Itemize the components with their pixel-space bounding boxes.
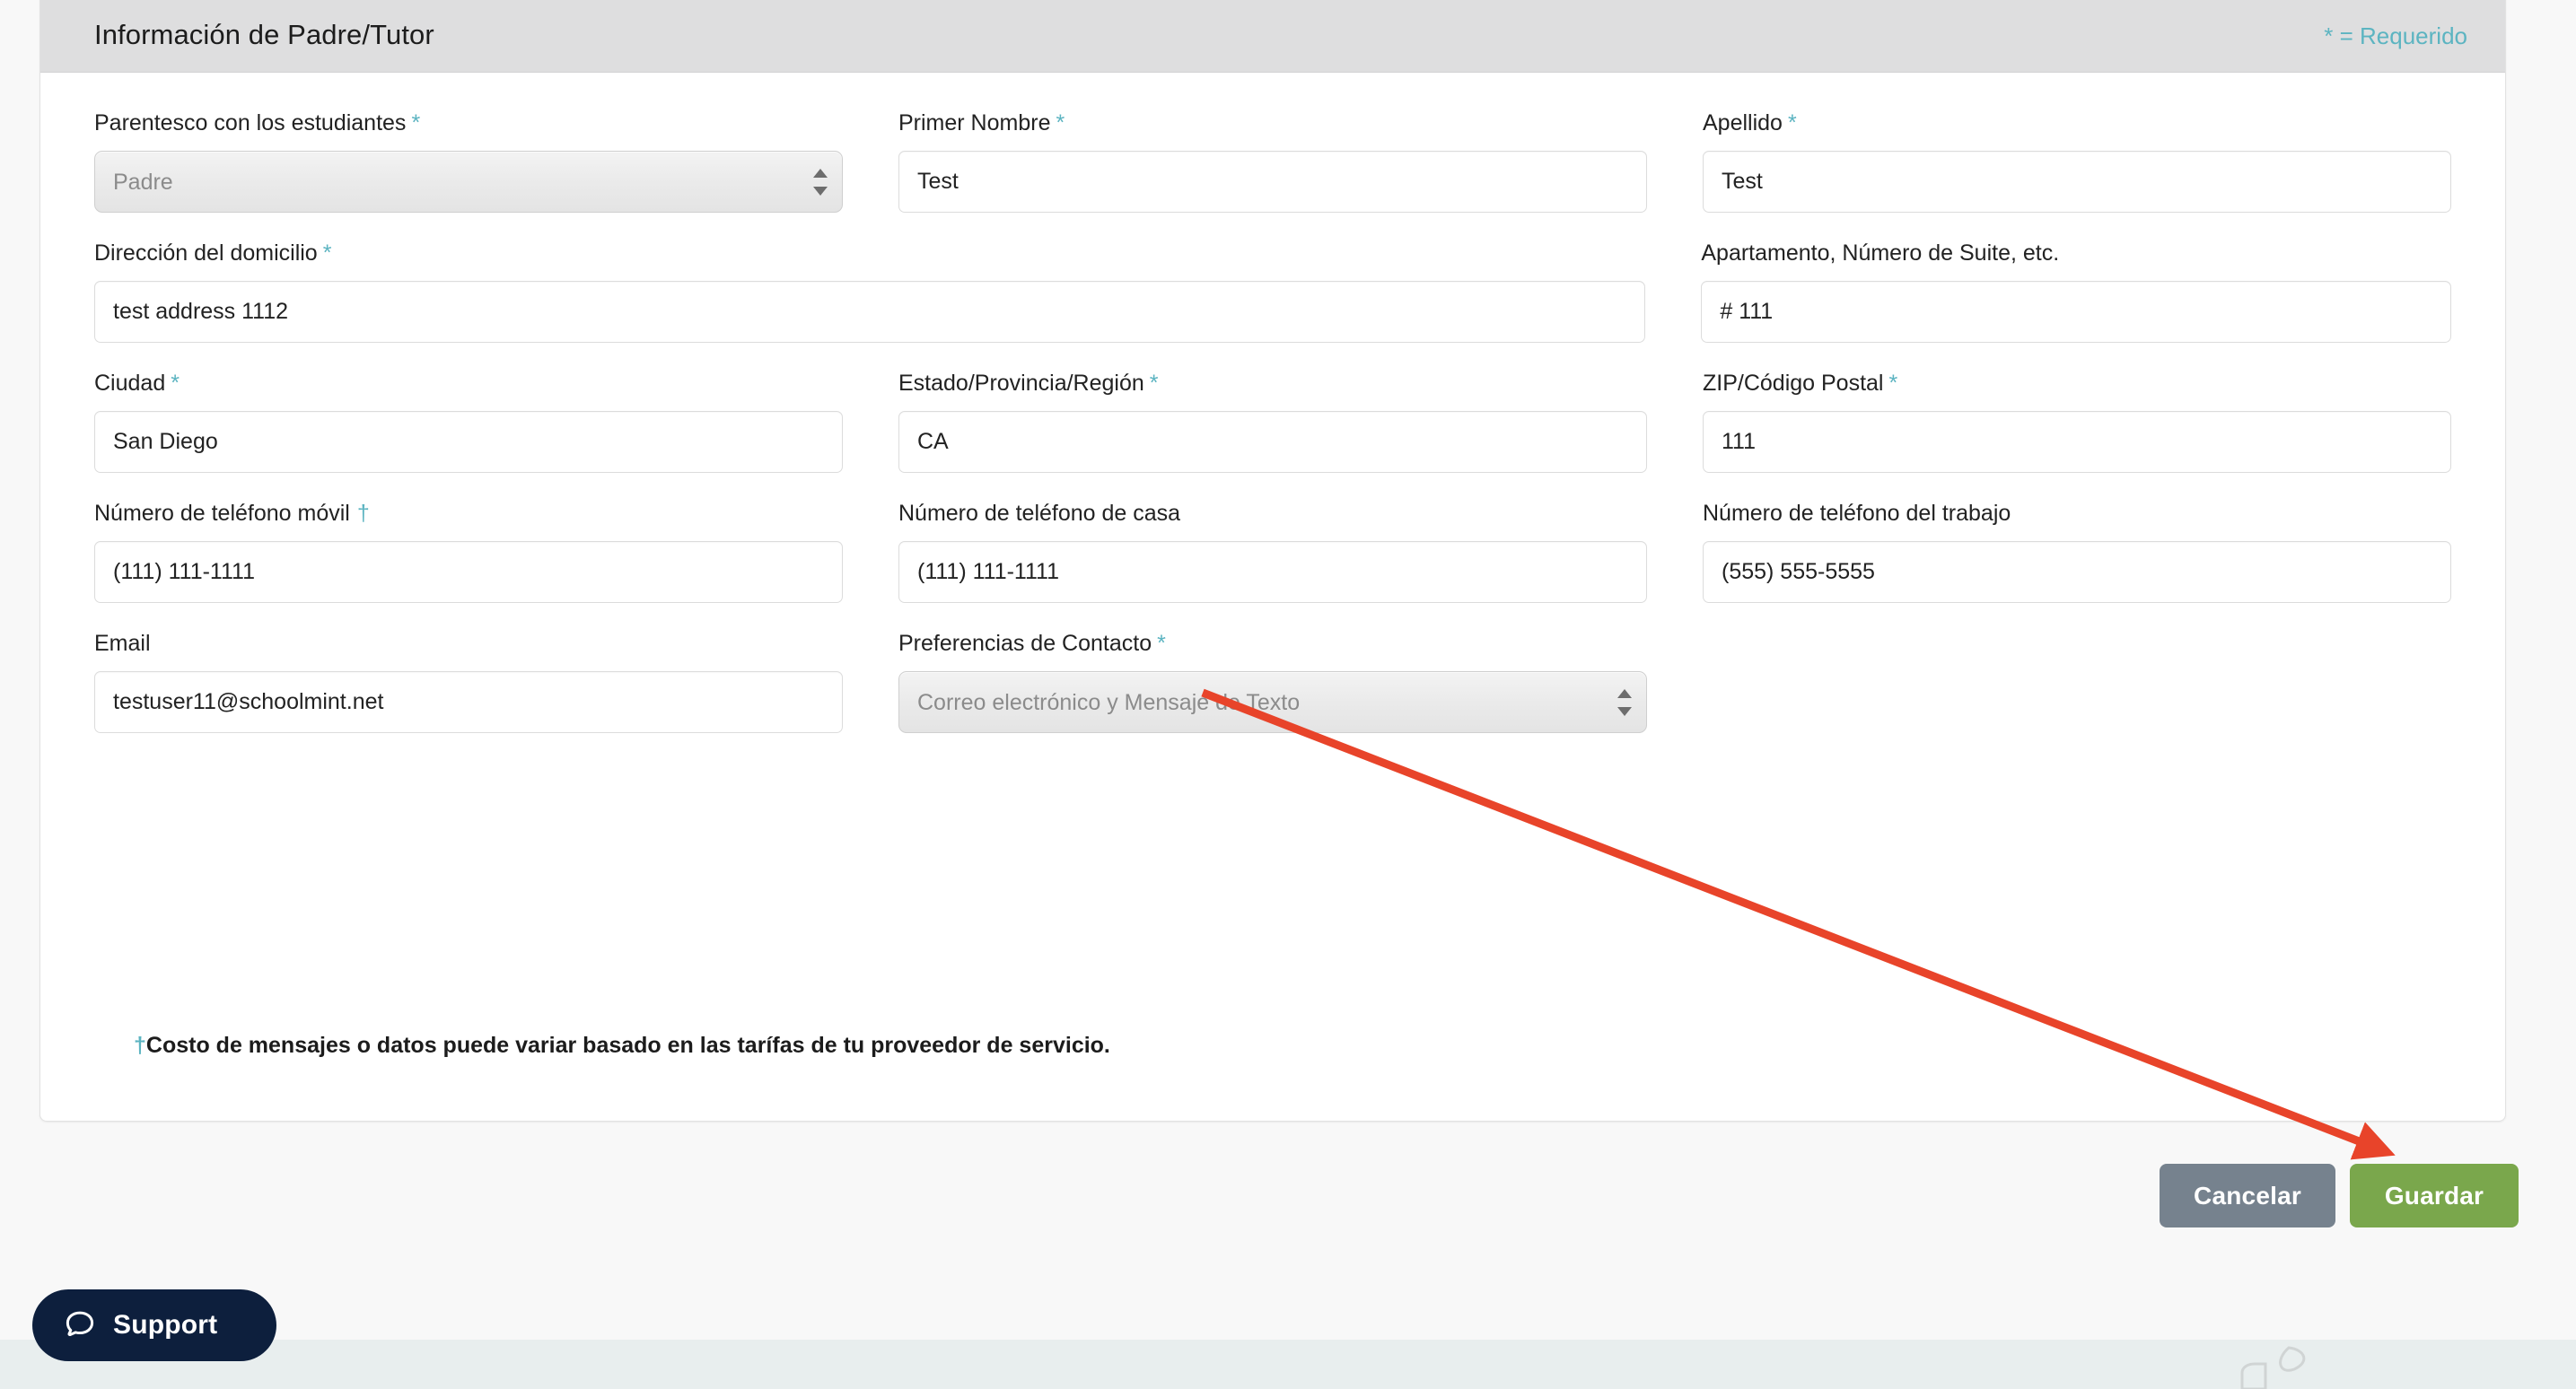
field-group-spacer — [1703, 633, 2451, 733]
required-marker: * — [322, 240, 332, 266]
parent-guardian-card: Información de Padre/Tutor * = Requerido… — [39, 0, 2506, 1122]
form-row: Dirección del domicilio* Apartamento, Nú… — [94, 242, 2451, 343]
footnote-dagger: † — [134, 1033, 146, 1058]
apartment-input[interactable] — [1701, 281, 2451, 343]
field-group-home-address: Dirección del domicilio * — [94, 242, 1646, 343]
form-row: Ciudad* Estado/Provincia/Región* ZIP/Cód… — [94, 372, 2451, 473]
contact-preferences-select[interactable]: Correo electrónico y Mensaje de Texto — [898, 671, 1647, 733]
label-contact-preferences: Preferencias de Contacto * — [898, 633, 1647, 655]
dagger-marker: † — [356, 501, 370, 526]
bottom-band — [0, 1340, 2576, 1389]
label-first-name: Primer Nombre * — [898, 112, 1647, 135]
required-marker: * — [1157, 631, 1166, 656]
mobile-phone-input[interactable] — [94, 541, 843, 603]
relationship-select[interactable]: Padre — [94, 151, 843, 213]
required-legend: * = Requerido — [2324, 22, 2467, 49]
field-group-work-phone: Número de teléfono del trabajo — [1703, 502, 2451, 603]
label-text: Apellido — [1703, 110, 1783, 135]
label-text: Estado/Provincia/Región — [898, 371, 1144, 396]
label-text: Ciudad — [94, 371, 166, 396]
footnote-text: Costo de mensajes o datos puede variar b… — [145, 1033, 1110, 1058]
label-apartment: Apartamento, Número de Suite, etc. — [1701, 242, 2451, 265]
label-text: Apartamento, Número de Suite, etc. — [1701, 240, 2060, 266]
chat-bubble-icon — [66, 1311, 94, 1337]
cancel-button[interactable]: Cancelar — [2160, 1164, 2335, 1227]
last-name-input[interactable] — [1703, 151, 2451, 213]
page-title: Información de Padre/Tutor — [94, 19, 434, 50]
form-row: Parentesco con los estudiantes * Padre Pr… — [94, 112, 2451, 213]
required-marker: * — [1888, 371, 1898, 396]
chevron-updown-icon — [813, 167, 828, 197]
field-group-state: Estado/Provincia/Región * — [898, 372, 1647, 473]
page-root: Información de Padre/Tutor * = Requerido… — [0, 0, 2576, 1389]
label-zip: ZIP/Código Postal * — [1703, 372, 2451, 395]
required-marker: * — [411, 110, 421, 135]
label-text: Número de teléfono del trabajo — [1703, 501, 2011, 526]
work-phone-input[interactable] — [1703, 541, 2451, 603]
label-text: Número de teléfono móvil — [94, 501, 350, 526]
label-text: Número de teléfono de casa — [898, 501, 1181, 526]
required-marker: * — [171, 371, 180, 396]
chevron-updown-icon — [1617, 687, 1632, 718]
required-marker: * — [1056, 110, 1065, 135]
label-text: Primer Nombre — [898, 110, 1051, 135]
form-row: Email Preferencias de Contacto* Correo e… — [94, 633, 2451, 733]
label-work-phone: Número de teléfono del trabajo — [1703, 502, 2451, 525]
save-button[interactable]: Guardar — [2350, 1164, 2519, 1227]
field-group-last-name: Apellido * — [1703, 112, 2451, 213]
home-address-input[interactable] — [94, 281, 1646, 343]
support-widget-button[interactable]: Support — [32, 1289, 276, 1361]
label-relationship: Parentesco con los estudiantes * — [94, 112, 843, 135]
label-last-name: Apellido * — [1703, 112, 2451, 135]
footer-actions: Cancelar Guardar — [2160, 1164, 2519, 1227]
field-group-contact-preferences: Preferencias de Contacto * Correo electró… — [898, 633, 1647, 733]
label-text: Dirección del domicilio — [94, 240, 318, 266]
label-mobile-phone: Número de teléfono móvil † — [94, 502, 843, 525]
partial-logo-watermark — [2240, 1346, 2306, 1389]
field-group-home-phone: Número de teléfono de casa — [898, 502, 1647, 603]
contact-preferences-select-value: Correo electrónico y Mensaje de Texto — [917, 690, 1301, 715]
first-name-input[interactable] — [898, 151, 1647, 213]
home-phone-input[interactable] — [898, 541, 1647, 603]
label-city: Ciudad * — [94, 372, 843, 395]
state-input[interactable] — [898, 411, 1647, 473]
city-input[interactable] — [94, 411, 843, 473]
field-group-apartment: Apartamento, Número de Suite, etc. — [1701, 242, 2451, 343]
field-group-email: Email — [94, 633, 843, 733]
field-group-city: Ciudad * — [94, 372, 843, 473]
required-marker: * — [1149, 371, 1159, 396]
form-row: Número de teléfono móvil† Número de telé… — [94, 502, 2451, 603]
required-marker: * — [1787, 110, 1797, 135]
label-text: ZIP/Código Postal — [1703, 371, 1884, 396]
label-state: Estado/Provincia/Región * — [898, 372, 1647, 395]
zip-input[interactable] — [1703, 411, 2451, 473]
relationship-select-value: Padre — [113, 170, 173, 195]
label-text: Preferencias de Contacto — [898, 631, 1152, 656]
field-group-zip: ZIP/Código Postal * — [1703, 372, 2451, 473]
messaging-rates-footnote: †Costo de mensajes o datos puede variar … — [134, 1033, 1110, 1059]
field-group-mobile-phone: Número de teléfono móvil † — [94, 502, 843, 603]
email-input[interactable] — [94, 671, 843, 733]
label-home-address: Dirección del domicilio * — [94, 242, 1645, 265]
support-widget-label: Support — [113, 1310, 218, 1340]
form-body: Parentesco con los estudiantes * Padre Pr… — [40, 73, 2505, 733]
label-email: Email — [94, 633, 843, 655]
field-group-first-name: Primer Nombre * — [898, 112, 1647, 213]
card-header: Información de Padre/Tutor * = Requerido — [40, 0, 2505, 73]
field-group-relationship: Parentesco con los estudiantes * Padre — [94, 112, 843, 213]
label-text: Parentesco con los estudiantes — [94, 110, 407, 135]
label-home-phone: Número de teléfono de casa — [898, 502, 1647, 525]
label-text: Email — [94, 631, 151, 656]
